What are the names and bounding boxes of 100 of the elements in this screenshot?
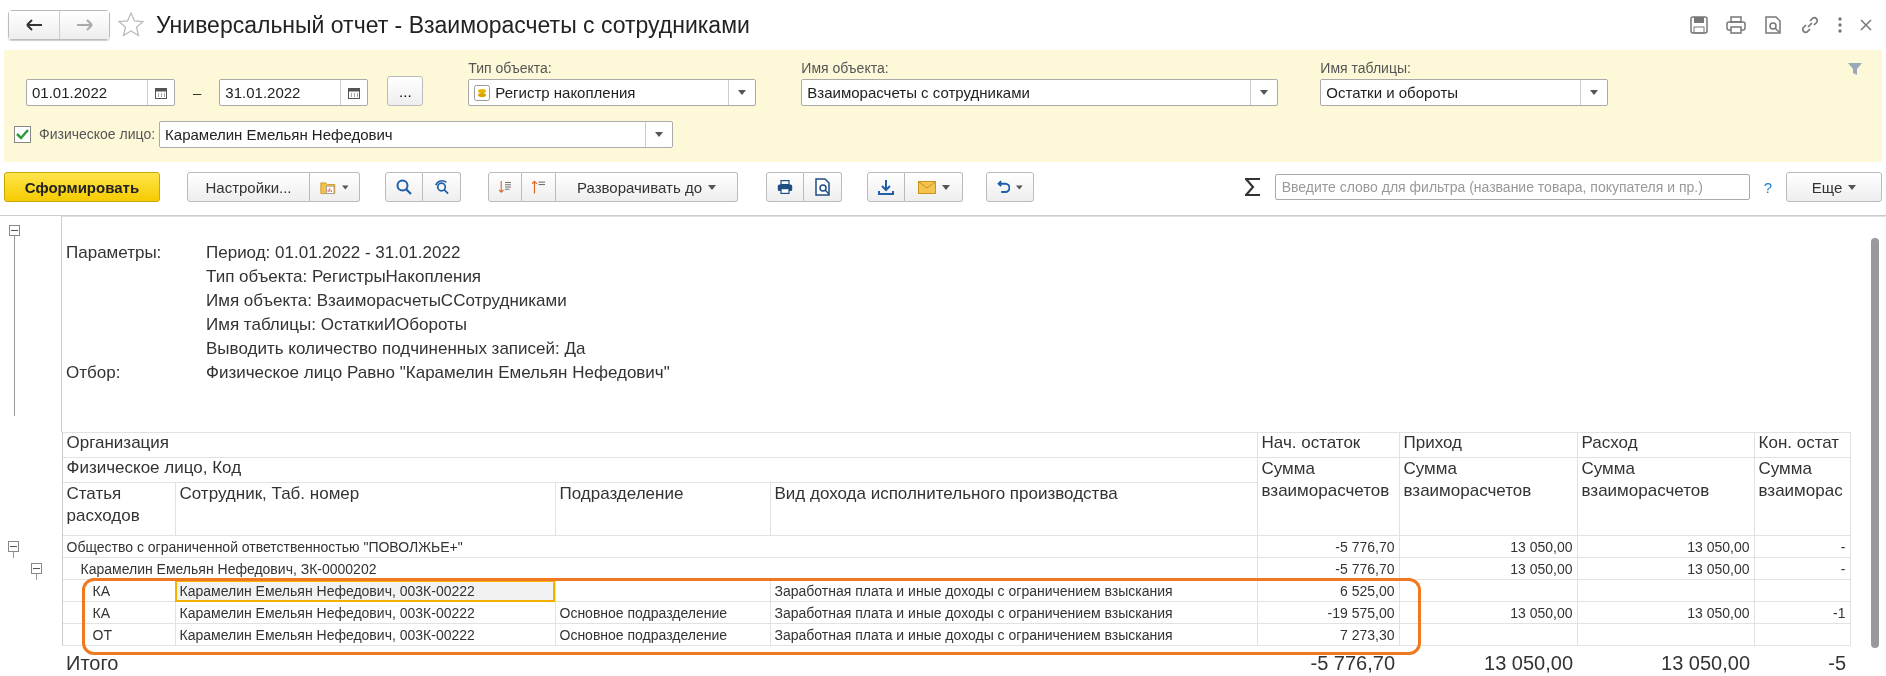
- expand-to-button[interactable]: Разворачивать до: [556, 172, 738, 202]
- dropdown-caret-icon: [1260, 90, 1269, 95]
- settings-button[interactable]: Настройки...: [187, 172, 310, 202]
- collapse-toggle[interactable]: [31, 562, 42, 574]
- dropdown-caret-icon: [941, 184, 950, 190]
- search-icon: [396, 179, 412, 195]
- field-label: Имя таблицы:: [1320, 60, 1412, 76]
- table-cell: 13 050,00: [1399, 535, 1578, 558]
- sort-down-button[interactable]: [488, 172, 522, 202]
- table-cell[interactable]: Карамелин Емельян Нефедович, 003К-00222: [175, 579, 555, 602]
- table-cell: -5: [1754, 645, 1851, 676]
- field-label: Имя объекта:: [801, 60, 890, 76]
- date-separator: –: [193, 83, 202, 103]
- parameter-value: Физическое лицо Равно "Карамелин Емельян Нефедович": [206, 363, 670, 383]
- sort-down-icon: [499, 178, 511, 196]
- search-next-icon: [433, 179, 450, 195]
- dropdown-caret-icon: [708, 184, 716, 190]
- coins-icon: [474, 84, 491, 101]
- column-header: Сотрудник, Таб. номер: [175, 482, 555, 536]
- dropdown-caret-icon: [1848, 184, 1857, 190]
- close-icon[interactable]: [1860, 19, 1872, 31]
- save-icon[interactable]: [1690, 16, 1708, 34]
- sort-up-icon: [532, 178, 545, 196]
- print-button[interactable]: [766, 172, 804, 202]
- search-next-button[interactable]: [423, 172, 461, 202]
- checkbox[interactable]: [14, 125, 31, 143]
- table-cell: 13 050,00: [1399, 601, 1578, 624]
- more-icon[interactable]: [1838, 17, 1842, 33]
- generate-button[interactable]: Сформировать: [4, 172, 160, 202]
- table-cell: -1: [1754, 601, 1851, 624]
- table-cell[interactable]: Заработная плата и иные доходы с ограничением взыскания: [770, 601, 1258, 624]
- column-header: Сумма взаиморасчетов: [1577, 457, 1755, 536]
- table-cell[interactable]: КА: [62, 601, 175, 624]
- table-cell: 13 050,00: [1577, 601, 1755, 624]
- help-link[interactable]: ?: [1763, 178, 1772, 196]
- table-cell: 7 273,30: [1257, 623, 1400, 646]
- more-button[interactable]: Еще: [1786, 172, 1882, 202]
- collapse-toggle[interactable]: [8, 540, 19, 552]
- variant-button[interactable]: [310, 172, 360, 202]
- table-cell: 6 525,00: [1257, 579, 1400, 602]
- parameter-label: Отбор:: [66, 363, 122, 383]
- checkmark-icon: [16, 128, 29, 140]
- table-cell: -: [1754, 557, 1851, 580]
- minus-icon: [11, 227, 18, 234]
- column-header: Физическое лицо, Код: [62, 457, 1258, 483]
- table-cell[interactable]: Основное подразделение: [555, 601, 770, 624]
- window-title: Универсальный отчет - Взаиморасчеты с сотрудниками: [156, 11, 751, 39]
- print-icon: [777, 178, 793, 196]
- dropdown-caret-icon: [1016, 184, 1023, 190]
- collapse-toggle[interactable]: [9, 225, 20, 236]
- table-cell[interactable]: Карамелин Емельян Нефедович, 003К-00222: [175, 623, 555, 646]
- preview-icon: [814, 178, 831, 196]
- link-icon[interactable]: [1800, 15, 1820, 35]
- dropdown-field[interactable]: Взаиморасчеты с сотрудниками: [801, 79, 1279, 106]
- date-field[interactable]: 31.01.2022: [219, 79, 369, 106]
- parameter-value: Имя объекта: ВзаиморасчетыССотрудниками: [206, 291, 567, 311]
- sigma-icon: [1244, 178, 1261, 196]
- group-row-label: Общество с ограниченной ответственностью "ПОВОЛЖЬЕ+": [62, 535, 1258, 558]
- table-cell: -5 776,70: [1257, 645, 1400, 676]
- preview-icon[interactable]: [1764, 16, 1782, 34]
- table-cell: 13 050,00: [1577, 535, 1755, 558]
- column-header: Нач. остаток: [1257, 432, 1400, 458]
- forward-arrow-icon: [76, 19, 93, 31]
- calendar-icon: [155, 86, 167, 99]
- column-header: Организация: [62, 432, 1258, 458]
- undo-button[interactable]: [986, 172, 1034, 202]
- parameter-label: Параметры:: [66, 243, 163, 263]
- search-button[interactable]: [385, 172, 423, 202]
- back-arrow-icon: [26, 19, 42, 31]
- sort-up-button[interactable]: [522, 172, 556, 202]
- column-header: Кон. остат: [1754, 432, 1851, 458]
- return-arrow-icon: [997, 180, 1011, 194]
- table-cell[interactable]: Основное подразделение: [555, 623, 770, 646]
- email-button[interactable]: [905, 172, 963, 202]
- download-icon: [878, 179, 894, 195]
- download-button[interactable]: [867, 172, 905, 202]
- parameter-value: Тип объекта: РегистрыНакопления: [206, 267, 482, 287]
- table-cell: -: [1754, 535, 1851, 558]
- star-icon[interactable]: [118, 12, 144, 38]
- date-field[interactable]: 01.01.2022: [26, 79, 175, 106]
- column-header: Сумма взаиморас: [1754, 457, 1851, 536]
- back-button[interactable]: [9, 11, 59, 39]
- print-icon[interactable]: [1726, 16, 1746, 34]
- dropdown-field[interactable]: Остатки и обороты: [1320, 79, 1609, 106]
- group-row-label: Карамелин Емельян Нефедович, ЗК-0000202: [62, 557, 1258, 580]
- period-button[interactable]: ...: [387, 76, 424, 106]
- table-cell: -5 776,70: [1257, 535, 1400, 558]
- table-cell[interactable]: Заработная плата и иные доходы с ограничением взыскания: [770, 579, 1258, 602]
- dropdown-field[interactable]: Карамелин Емельян Нефедович: [159, 120, 674, 148]
- dropdown-caret-icon: [738, 90, 747, 95]
- dropdown-field[interactable]: Регистр накопления: [468, 79, 757, 106]
- column-header: Приход: [1399, 432, 1578, 458]
- total-label: Итого: [62, 645, 1258, 676]
- table-cell: 13 050,00: [1399, 645, 1578, 676]
- field-label: Тип объекта:: [468, 60, 553, 76]
- table-cell[interactable]: Карамелин Емельян Нефедович, 003К-00222: [175, 601, 555, 624]
- preview-button[interactable]: [804, 172, 842, 202]
- parameter-value: Имя таблицы: ОстаткиИОбороты: [206, 315, 467, 335]
- table-cell[interactable]: ОТ: [62, 623, 175, 646]
- table-cell[interactable]: Заработная плата и иные доходы с ограничением взыскания: [770, 623, 1258, 646]
